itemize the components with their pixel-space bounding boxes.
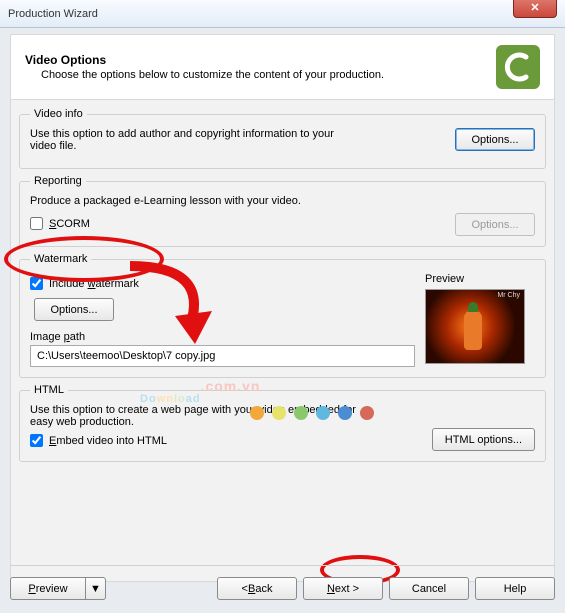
next-button[interactable]: Next >Next > — [303, 577, 383, 600]
html-group: HTML Use this option to create a web pag… — [19, 384, 546, 462]
content-area: Video info Use this option to add author… — [10, 100, 555, 582]
reporting-group: Reporting Produce a packaged e-Learning … — [19, 175, 546, 247]
cancel-button[interactable]: Cancel — [389, 577, 469, 600]
preview-label: Preview — [425, 273, 535, 285]
video-info-desc: Use this option to add author and copyri… — [30, 128, 360, 152]
embed-html-row[interactable]: Embed video into HTMLEmbed video into HT… — [30, 434, 370, 447]
video-info-group: Video info Use this option to add author… — [19, 108, 546, 169]
page-title: Video Options — [25, 53, 384, 67]
embed-html-checkbox[interactable] — [30, 434, 43, 447]
preview-button[interactable]: PreviewPreview — [10, 577, 86, 600]
preview-badge: Mr Chy — [497, 292, 520, 299]
back-button[interactable]: < Back< Back — [217, 577, 297, 600]
watermark-legend: Watermark — [30, 253, 91, 265]
footer-bar: PreviewPreview ▼ < Back< Back Next >Next… — [10, 565, 555, 603]
page-subtitle: Choose the options below to customize th… — [25, 69, 384, 81]
reporting-desc: Produce a packaged e-Learning lesson wit… — [30, 195, 535, 207]
close-button[interactable]: ✕ — [513, 0, 557, 18]
include-watermark-row[interactable]: Include watermarkInclude watermark — [30, 277, 415, 290]
reporting-options-button: Options... — [455, 213, 535, 236]
image-path-input[interactable] — [30, 345, 415, 367]
titlebar: Production Wizard ✕ — [0, 0, 565, 28]
scorm-checkbox[interactable] — [30, 217, 43, 230]
help-button[interactable]: Help — [475, 577, 555, 600]
camtasia-logo-icon — [502, 51, 534, 83]
close-icon: ✕ — [530, 1, 539, 14]
site-watermark-dots — [250, 406, 374, 420]
window-title: Production Wizard — [8, 8, 98, 20]
include-watermark-label: Include watermarkInclude watermark — [49, 278, 139, 290]
html-options-button[interactable]: HTML options... — [432, 428, 535, 451]
video-info-legend: Video info — [30, 108, 87, 120]
watermark-group: Watermark Include watermarkInclude water… — [19, 253, 546, 378]
scorm-label: SSCORMCORM — [49, 218, 90, 230]
header-panel: Video Options Choose the options below t… — [10, 34, 555, 100]
reporting-legend: Reporting — [30, 175, 86, 187]
preview-dropdown-button[interactable]: ▼ — [86, 577, 106, 600]
html-legend: HTML — [30, 384, 68, 396]
scorm-checkbox-row[interactable]: SSCORMCORM — [30, 217, 90, 230]
watermark-options-button[interactable]: Options... — [34, 298, 114, 321]
app-logo — [496, 45, 540, 89]
embed-html-label: Embed video into HTMLEmbed video into HT… — [49, 435, 167, 447]
watermark-preview-image: Mr Chy — [425, 289, 525, 364]
preview-split-button[interactable]: PreviewPreview ▼ — [10, 577, 106, 600]
include-watermark-checkbox[interactable] — [30, 277, 43, 290]
image-path-label: Image pathImage path — [30, 331, 415, 343]
video-info-options-button[interactable]: Options... — [455, 128, 535, 151]
